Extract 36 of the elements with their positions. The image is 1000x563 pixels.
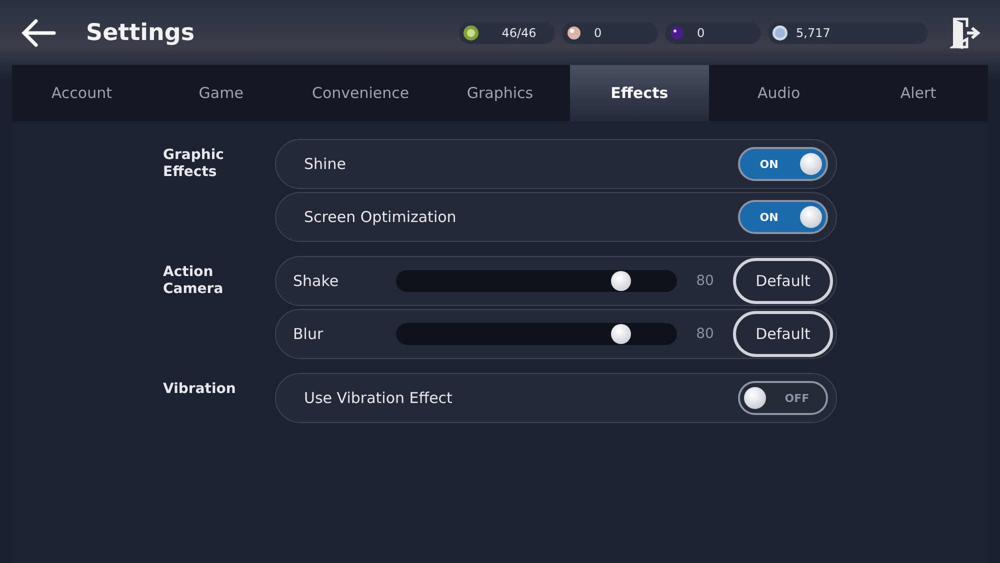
slider-thumb[interactable]	[610, 271, 631, 291]
currency-counter: 5,717	[768, 22, 928, 44]
setting-label: Blur	[293, 325, 324, 343]
slider-value: 80	[695, 273, 715, 289]
toggle-switch[interactable]: ON	[738, 200, 828, 234]
tab[interactable]: Convenience	[290, 65, 430, 121]
slider-track[interactable]	[396, 323, 677, 345]
section-label: Graphic Effects	[163, 146, 225, 182]
default-button[interactable]: Default	[733, 258, 833, 304]
section-label: Action Camera	[163, 263, 224, 299]
slider-track[interactable]	[396, 270, 677, 292]
tab[interactable]: Graphics	[430, 65, 570, 121]
slider-thumb[interactable]	[610, 324, 631, 344]
default-button[interactable]: Default	[733, 311, 833, 357]
currency-counter: 0	[562, 22, 658, 44]
setting-label: Use Vibration Effect	[304, 389, 454, 407]
coin-icon	[772, 24, 788, 40]
pearl-icon	[566, 24, 582, 40]
toggle-switch[interactable]: OFF	[738, 381, 828, 415]
setting-label: Shine	[304, 155, 347, 173]
setting-label: Shake	[293, 272, 340, 290]
tab[interactable]: Account	[12, 65, 152, 121]
tab[interactable]: Alert	[848, 65, 988, 121]
slider-value: 80	[695, 326, 715, 342]
page-title: Settings	[86, 20, 196, 46]
orb-icon	[669, 24, 685, 40]
section-label: Vibration	[163, 380, 237, 399]
currency-counter: 46/46	[459, 22, 555, 44]
toggle-switch[interactable]: ON	[738, 147, 828, 181]
back-button[interactable]	[20, 18, 56, 48]
setting-label: Screen Optimization	[304, 208, 458, 226]
tab[interactable]: Audio	[709, 65, 849, 121]
tab[interactable]: Game	[151, 65, 291, 121]
exit-button[interactable]	[950, 16, 982, 50]
tab[interactable]: Effects	[570, 65, 710, 121]
currency-counter: 0	[665, 22, 761, 44]
